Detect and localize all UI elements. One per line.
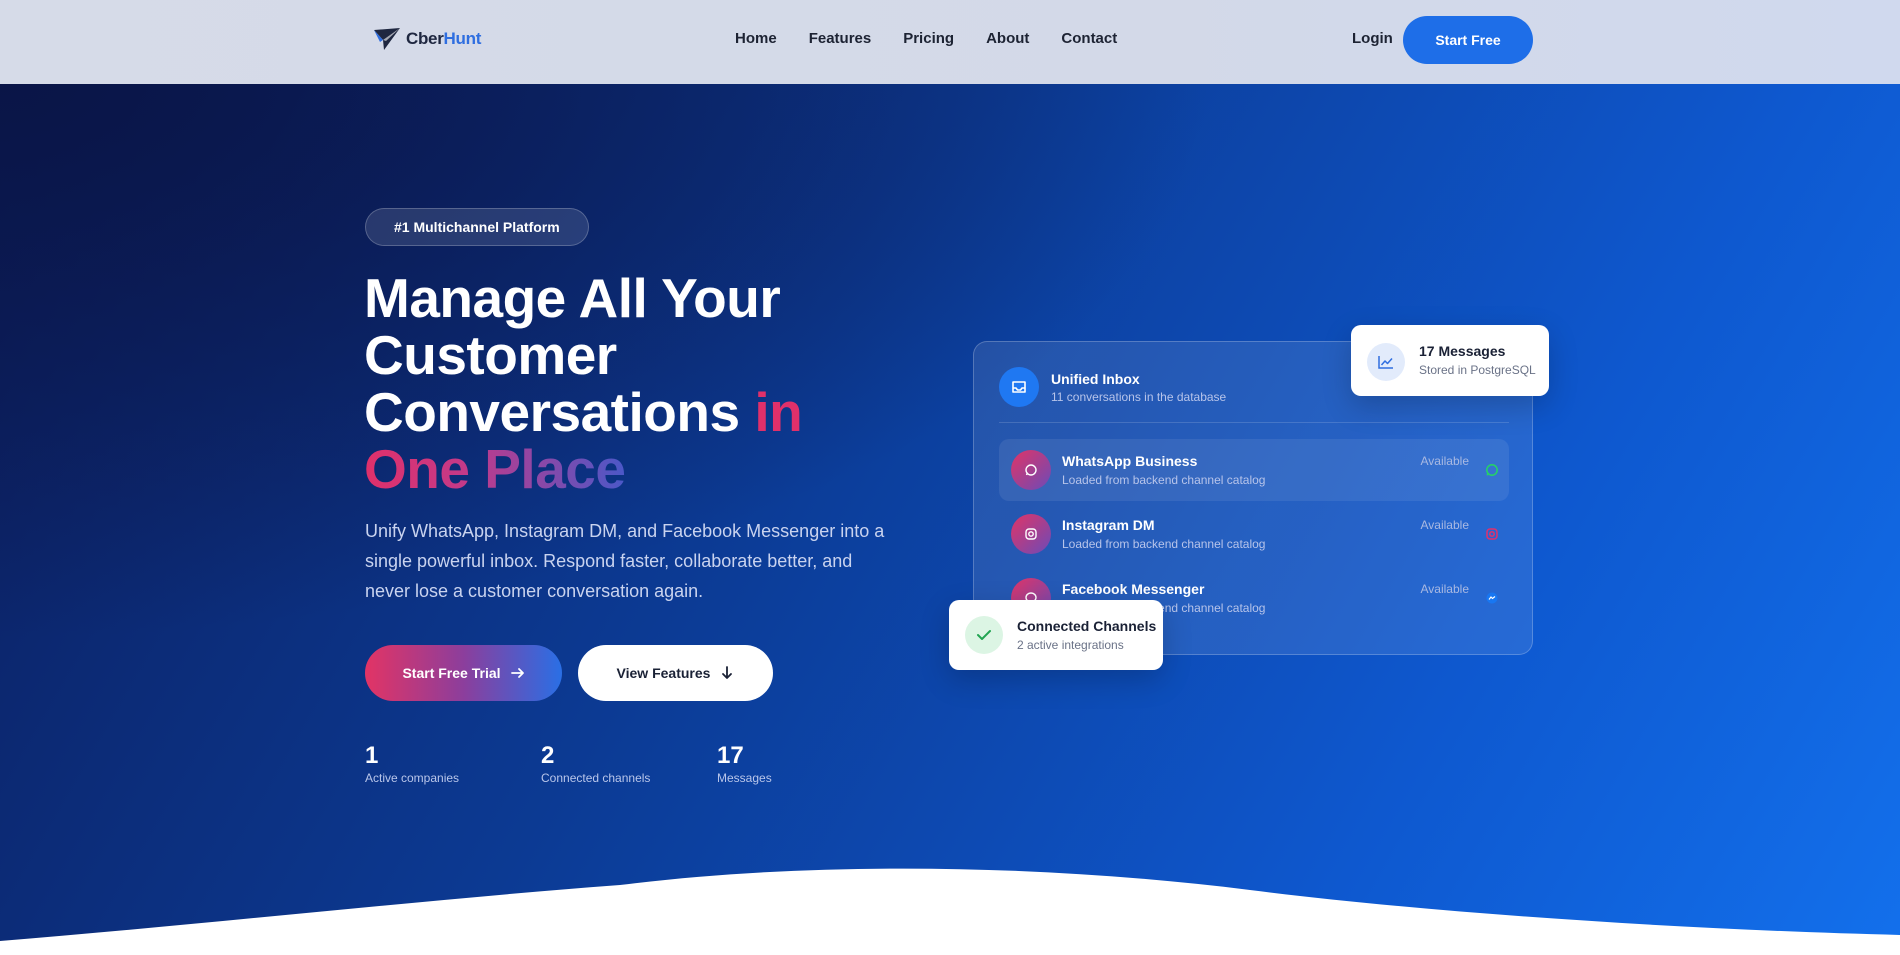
messages-card-title: 17 Messages bbox=[1419, 343, 1506, 359]
nav-links: Home Features Pricing About Contact bbox=[735, 30, 1117, 47]
view-features-button[interactable]: View Features bbox=[578, 645, 773, 701]
stat-messages: 17 Messages bbox=[717, 742, 772, 785]
whatsapp-icon bbox=[1011, 450, 1051, 490]
hero-section: #1 Multichannel Platform Manage All Your… bbox=[0, 84, 1900, 955]
stat-connected-channels: 2 Connected channels bbox=[541, 742, 650, 785]
channel-status: Available bbox=[1420, 454, 1469, 468]
stat-active-companies: 1 Active companies bbox=[365, 742, 459, 785]
channel-row-whatsapp[interactable]: WhatsApp Business Loaded from backend ch… bbox=[999, 439, 1509, 501]
hero-subtext: Unify WhatsApp, Instagram DM, and Facebo… bbox=[365, 521, 885, 601]
channel-name: Facebook Messenger bbox=[1062, 581, 1205, 597]
channel-row-instagram[interactable]: Instagram DM Loaded from backend channel… bbox=[999, 503, 1509, 565]
messenger-mini-icon bbox=[1486, 592, 1498, 604]
stat-label: Connected channels bbox=[541, 771, 651, 785]
channel-status: Available bbox=[1420, 582, 1469, 596]
connected-channels-card: Connected Channels 2 active integrations bbox=[949, 600, 1163, 670]
stat-label: Messages bbox=[717, 771, 772, 785]
channel-description: Loaded from backend channel catalog bbox=[1062, 537, 1266, 551]
messages-count-card: 17 Messages Stored in PostgreSQL bbox=[1351, 325, 1549, 396]
stat-value: 17 bbox=[717, 742, 744, 769]
messages-card-subtitle: Stored in PostgreSQL bbox=[1419, 363, 1536, 377]
inbox-subtitle: 11 conversations in the database bbox=[1051, 389, 1227, 404]
headline-highlight-line: One Place bbox=[364, 438, 626, 500]
inbox-divider bbox=[999, 422, 1509, 423]
instagram-mini-icon bbox=[1486, 528, 1498, 540]
check-icon bbox=[965, 616, 1003, 654]
inbox-header: Unified Inbox 11 conversations in the da… bbox=[999, 367, 1226, 407]
start-free-trial-label: Start Free Trial bbox=[402, 665, 501, 681]
headline-line-3: Conversations bbox=[364, 381, 740, 443]
headline-line-1: Manage All Your bbox=[364, 267, 781, 329]
stat-value: 1 bbox=[365, 742, 379, 769]
inbox-icon bbox=[999, 367, 1039, 407]
whatsapp-mini-icon bbox=[1486, 464, 1498, 476]
chart-line-icon bbox=[1367, 343, 1405, 381]
connected-card-title: Connected Channels bbox=[1017, 618, 1157, 634]
arrow-down-icon bbox=[722, 666, 733, 679]
paper-plane-logo-icon bbox=[374, 28, 400, 50]
stat-label: Active companies bbox=[365, 771, 460, 785]
channel-name: Instagram DM bbox=[1062, 517, 1155, 533]
headline-line-2: Customer bbox=[364, 324, 617, 386]
instagram-icon bbox=[1011, 514, 1051, 554]
channel-name: WhatsApp Business bbox=[1062, 453, 1198, 469]
platform-badge: #1 Multichannel Platform bbox=[365, 208, 589, 246]
inbox-title: Unified Inbox bbox=[1051, 370, 1140, 387]
hero-headline: Manage All Your Customer Conversations i… bbox=[364, 270, 924, 498]
brand-name-part1: Cber bbox=[406, 29, 444, 48]
view-features-label: View Features bbox=[616, 665, 711, 681]
connected-card-subtitle: 2 active integrations bbox=[1017, 638, 1124, 652]
brand-logo[interactable]: CberHunt bbox=[372, 26, 481, 52]
headline-highlight-in: in bbox=[754, 381, 803, 443]
channel-description: Loaded from backend channel catalog bbox=[1062, 473, 1266, 487]
channel-status: Available bbox=[1420, 518, 1469, 532]
top-navbar: CberHunt Home Features Pricing About Con… bbox=[0, 0, 1900, 84]
login-link[interactable]: Login bbox=[1352, 30, 1393, 47]
nav-pricing-link[interactable]: Pricing bbox=[903, 30, 954, 47]
nav-features-link[interactable]: Features bbox=[809, 30, 872, 47]
arrow-right-icon bbox=[510, 668, 524, 678]
brand-name-part2: Hunt bbox=[443, 29, 482, 48]
start-free-button[interactable]: Start Free bbox=[1403, 16, 1533, 64]
stat-value: 2 bbox=[541, 742, 555, 769]
hero-bottom-wave bbox=[0, 868, 1900, 955]
nav-home-link[interactable]: Home bbox=[735, 30, 777, 47]
start-free-trial-button[interactable]: Start Free Trial bbox=[365, 645, 562, 701]
nav-contact-link[interactable]: Contact bbox=[1061, 30, 1117, 47]
nav-about-link[interactable]: About bbox=[986, 30, 1029, 47]
